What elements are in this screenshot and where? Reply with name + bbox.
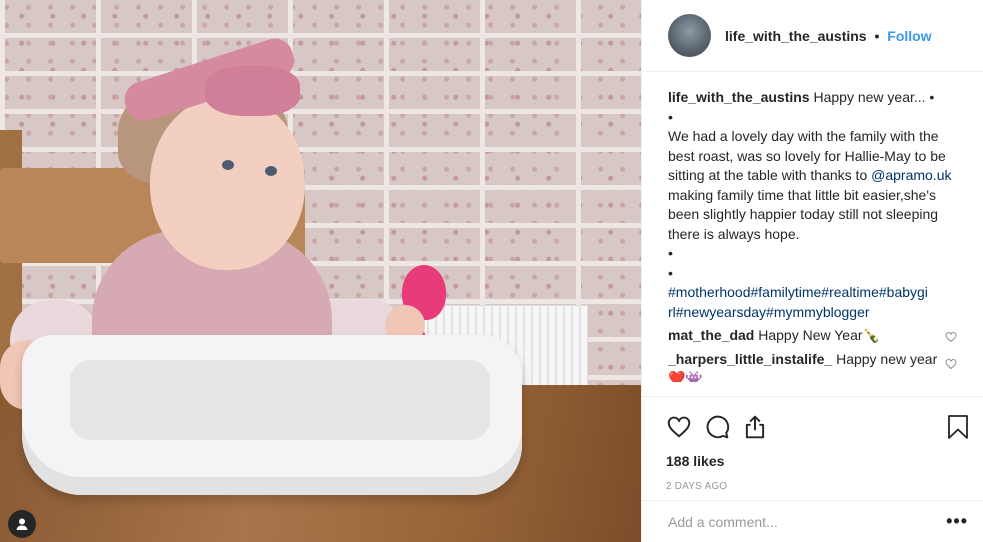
- header-separator: •: [874, 27, 880, 44]
- caption-hashtags-2[interactable]: rl#newyearsday#mymmyblogger: [668, 303, 967, 323]
- add-comment-input[interactable]: [668, 513, 947, 530]
- comments-section: life_with_the_austins Happy new year... …: [642, 72, 983, 382]
- share-icon[interactable]: [742, 414, 768, 440]
- caption-mention[interactable]: @apramo.uk: [871, 167, 951, 183]
- likes-count[interactable]: 188 likes: [666, 453, 970, 469]
- user-tag-icon[interactable]: [8, 510, 36, 538]
- avatar[interactable]: [668, 14, 711, 57]
- caption-body-post: making family time that little bit easie…: [668, 186, 939, 242]
- comment-username[interactable]: _harpers_little_instalife_: [668, 351, 832, 367]
- heart-icon[interactable]: [666, 414, 692, 440]
- post-photo[interactable]: [0, 0, 641, 542]
- heart-outline-icon[interactable]: [945, 356, 957, 376]
- caption-hashtags-1[interactable]: #motherhood#familytime#realtime#babygi: [668, 283, 967, 303]
- instagram-post: life_with_the_austins • Follow life_with…: [0, 0, 983, 542]
- caption: life_with_the_austins Happy new year... …: [668, 88, 967, 322]
- more-options-icon[interactable]: •••: [946, 511, 968, 532]
- follow-button[interactable]: Follow: [887, 28, 931, 44]
- comment-item: _harpers_little_instalife_ Happy new yea…: [668, 350, 967, 382]
- headband-bow: [205, 66, 300, 116]
- add-comment-bar: •••: [642, 500, 983, 542]
- comment-username[interactable]: mat_the_dad: [668, 327, 754, 343]
- action-icons: [666, 407, 970, 447]
- highchair-tray-well: [70, 360, 490, 440]
- caption-line2: •: [668, 108, 673, 125]
- comment-item: mat_the_dad Happy New Year🍾: [668, 326, 967, 346]
- caption-line4: •: [668, 245, 673, 261]
- caption-line5: •: [668, 264, 673, 281]
- header-username[interactable]: life_with_the_austins: [725, 28, 867, 44]
- baby-face: [150, 95, 305, 270]
- comment-text: Happy New Year🍾: [758, 327, 880, 343]
- caption-line1: Happy new year... •: [813, 89, 935, 105]
- post-header: life_with_the_austins • Follow: [642, 0, 983, 72]
- post-date: 2 DAYS AGO: [666, 481, 728, 492]
- post-side-panel: life_with_the_austins • Follow life_with…: [641, 0, 983, 542]
- heart-outline-icon[interactable]: [945, 329, 957, 349]
- caption-body: We had a lovely day with the family with…: [668, 127, 967, 244]
- comment-icon[interactable]: [704, 414, 730, 440]
- bookmark-icon[interactable]: [946, 414, 970, 440]
- header-text: life_with_the_austins • Follow: [725, 28, 932, 44]
- baby-eye-right: [265, 166, 277, 176]
- baby-eye-left: [222, 160, 234, 170]
- caption-username[interactable]: life_with_the_austins: [668, 89, 810, 105]
